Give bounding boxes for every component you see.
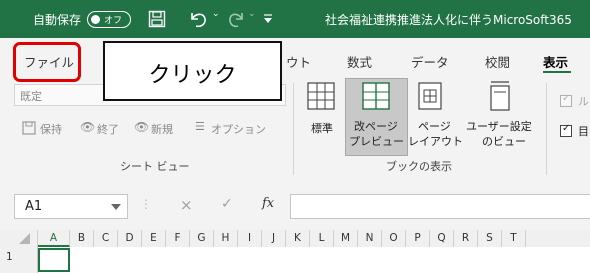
custom-views-label-2[interactable]: のビュー bbox=[482, 133, 526, 149]
title-bar: 自動保存 オフ ⌄ ⌄ 社会福祉連携推進法人化に伴うMicroSoft365 bbox=[0, 0, 590, 38]
page-layout-label-1[interactable]: ページ bbox=[418, 118, 451, 134]
custom-views-icon bbox=[490, 81, 510, 111]
keep-icon bbox=[22, 121, 36, 135]
ruler-label: ル bbox=[578, 95, 589, 108]
row-header-1[interactable]: 1 bbox=[0, 247, 38, 273]
sheet-view-group-label: シート ビュー bbox=[120, 160, 190, 173]
column-header-e[interactable]: E bbox=[142, 230, 166, 247]
column-header-f[interactable]: F bbox=[166, 230, 190, 247]
gridlines-check-icon: ✓ bbox=[562, 123, 571, 134]
column-header-l[interactable]: L bbox=[310, 230, 334, 247]
ribbon: 既定 保持 👁 終了 👁 新規 ☰ オプション シート ビュー 標準 改ページ … bbox=[0, 78, 590, 184]
active-cell-a1[interactable] bbox=[38, 248, 70, 272]
column-header-a[interactable]: A bbox=[38, 230, 70, 247]
autosave-toggle[interactable]: オフ bbox=[87, 11, 131, 28]
column-header-o[interactable]: O bbox=[382, 230, 406, 247]
page-layout-label-2[interactable]: レイアウト bbox=[408, 133, 463, 149]
redo-dropdown-icon[interactable]: ⌄ bbox=[248, 9, 256, 19]
column-header-n[interactable]: N bbox=[358, 230, 382, 247]
row-number: 1 bbox=[6, 251, 13, 263]
normal-view-icon bbox=[307, 82, 335, 110]
undo-icon[interactable] bbox=[188, 9, 210, 29]
column-header-q[interactable]: Q bbox=[430, 230, 454, 247]
autosave-label: 自動保存 bbox=[33, 13, 82, 27]
column-header-m[interactable]: M bbox=[334, 230, 358, 247]
tab-page-layout-partial[interactable]: ウト bbox=[286, 52, 311, 71]
redo-icon[interactable] bbox=[226, 9, 246, 29]
select-all-corner[interactable] bbox=[0, 230, 38, 247]
tab-formulas[interactable]: 数式 bbox=[347, 52, 372, 71]
exit-eye-icon: 👁 bbox=[80, 120, 96, 134]
cancel-icon[interactable]: × bbox=[180, 196, 193, 214]
exit-button[interactable]: 終了 bbox=[97, 121, 119, 137]
name-box[interactable]: A1 bbox=[14, 194, 128, 219]
column-header-p[interactable]: P bbox=[406, 230, 430, 247]
column-header-j[interactable]: J bbox=[262, 230, 286, 247]
tab-view[interactable]: 表示 bbox=[543, 52, 568, 71]
page-layout-icon bbox=[418, 82, 442, 110]
toggle-knob bbox=[91, 14, 100, 24]
normal-view-button[interactable]: 標準 bbox=[311, 120, 333, 136]
enter-icon[interactable]: ✓ bbox=[221, 196, 233, 212]
autosave-state: オフ bbox=[104, 16, 123, 26]
column-header-c[interactable]: C bbox=[94, 230, 118, 247]
keep-button[interactable]: 保持 bbox=[40, 121, 62, 137]
new-view-button[interactable]: 新規 bbox=[151, 121, 173, 137]
column-header-r[interactable]: R bbox=[454, 230, 478, 247]
click-callout: クリック bbox=[103, 41, 282, 101]
save-icon[interactable] bbox=[148, 10, 166, 28]
column-header-t[interactable]: T bbox=[502, 230, 526, 247]
column-headers: A B C D E F G H I J K L M N O P Q R S T bbox=[0, 230, 590, 248]
active-tab-indicator bbox=[543, 71, 571, 73]
grid-row: 1 bbox=[0, 247, 590, 273]
chevron-down-icon[interactable] bbox=[111, 204, 121, 211]
options-list-icon: ☰ bbox=[195, 120, 205, 133]
group-separator bbox=[546, 83, 547, 175]
file-tab-highlight bbox=[13, 42, 81, 82]
callout-text: クリック bbox=[148, 63, 237, 88]
page-break-label-1: 改ページ bbox=[354, 120, 398, 133]
column-header-s[interactable]: S bbox=[478, 230, 502, 247]
new-eye-icon: 👁 bbox=[134, 120, 150, 134]
gridlines-label: 目 bbox=[578, 125, 589, 138]
document-title: 社会福祉連携推進法人化に伴うMicroSoft365 bbox=[325, 13, 572, 27]
tab-review[interactable]: 校閲 bbox=[485, 52, 510, 71]
page-break-label-2: プレビュー bbox=[349, 135, 404, 148]
column-header-g[interactable]: G bbox=[190, 230, 214, 247]
column-header-h[interactable]: H bbox=[214, 230, 238, 247]
customize-qat-icon[interactable] bbox=[262, 13, 274, 25]
ruler-checkbox[interactable]: ✓ bbox=[560, 93, 572, 107]
name-box-value: A1 bbox=[25, 199, 43, 214]
gridlines-checkbox[interactable]: ✓ bbox=[560, 123, 572, 137]
formula-input[interactable] bbox=[290, 194, 590, 219]
column-header-b[interactable]: B bbox=[70, 230, 94, 247]
workbook-views-group-label: ブックの表示 bbox=[386, 160, 452, 173]
ribbon-tabs: ファイル ウト 数式 データ 校閲 表示 bbox=[0, 38, 590, 78]
group-separator bbox=[293, 83, 294, 175]
custom-views-label-1[interactable]: ユーザー設定 bbox=[466, 118, 532, 134]
column-header-d[interactable]: D bbox=[118, 230, 142, 247]
formula-bar-area: A1 ⋮ × ✓ fx bbox=[0, 183, 590, 230]
sheet-view-dropdown-value: 既定 bbox=[20, 90, 42, 103]
options-button[interactable]: オプション bbox=[211, 121, 266, 137]
column-header-k[interactable]: K bbox=[286, 230, 310, 247]
page-break-preview-icon bbox=[362, 82, 390, 110]
insert-function-icon[interactable]: fx bbox=[262, 196, 274, 211]
splitter-dots-icon[interactable]: ⋮ bbox=[140, 197, 152, 211]
ruler-check-icon: ✓ bbox=[562, 93, 571, 104]
tab-data[interactable]: データ bbox=[411, 52, 449, 71]
column-header-i[interactable]: I bbox=[238, 230, 262, 247]
undo-dropdown-icon[interactable]: ⌄ bbox=[212, 9, 220, 19]
